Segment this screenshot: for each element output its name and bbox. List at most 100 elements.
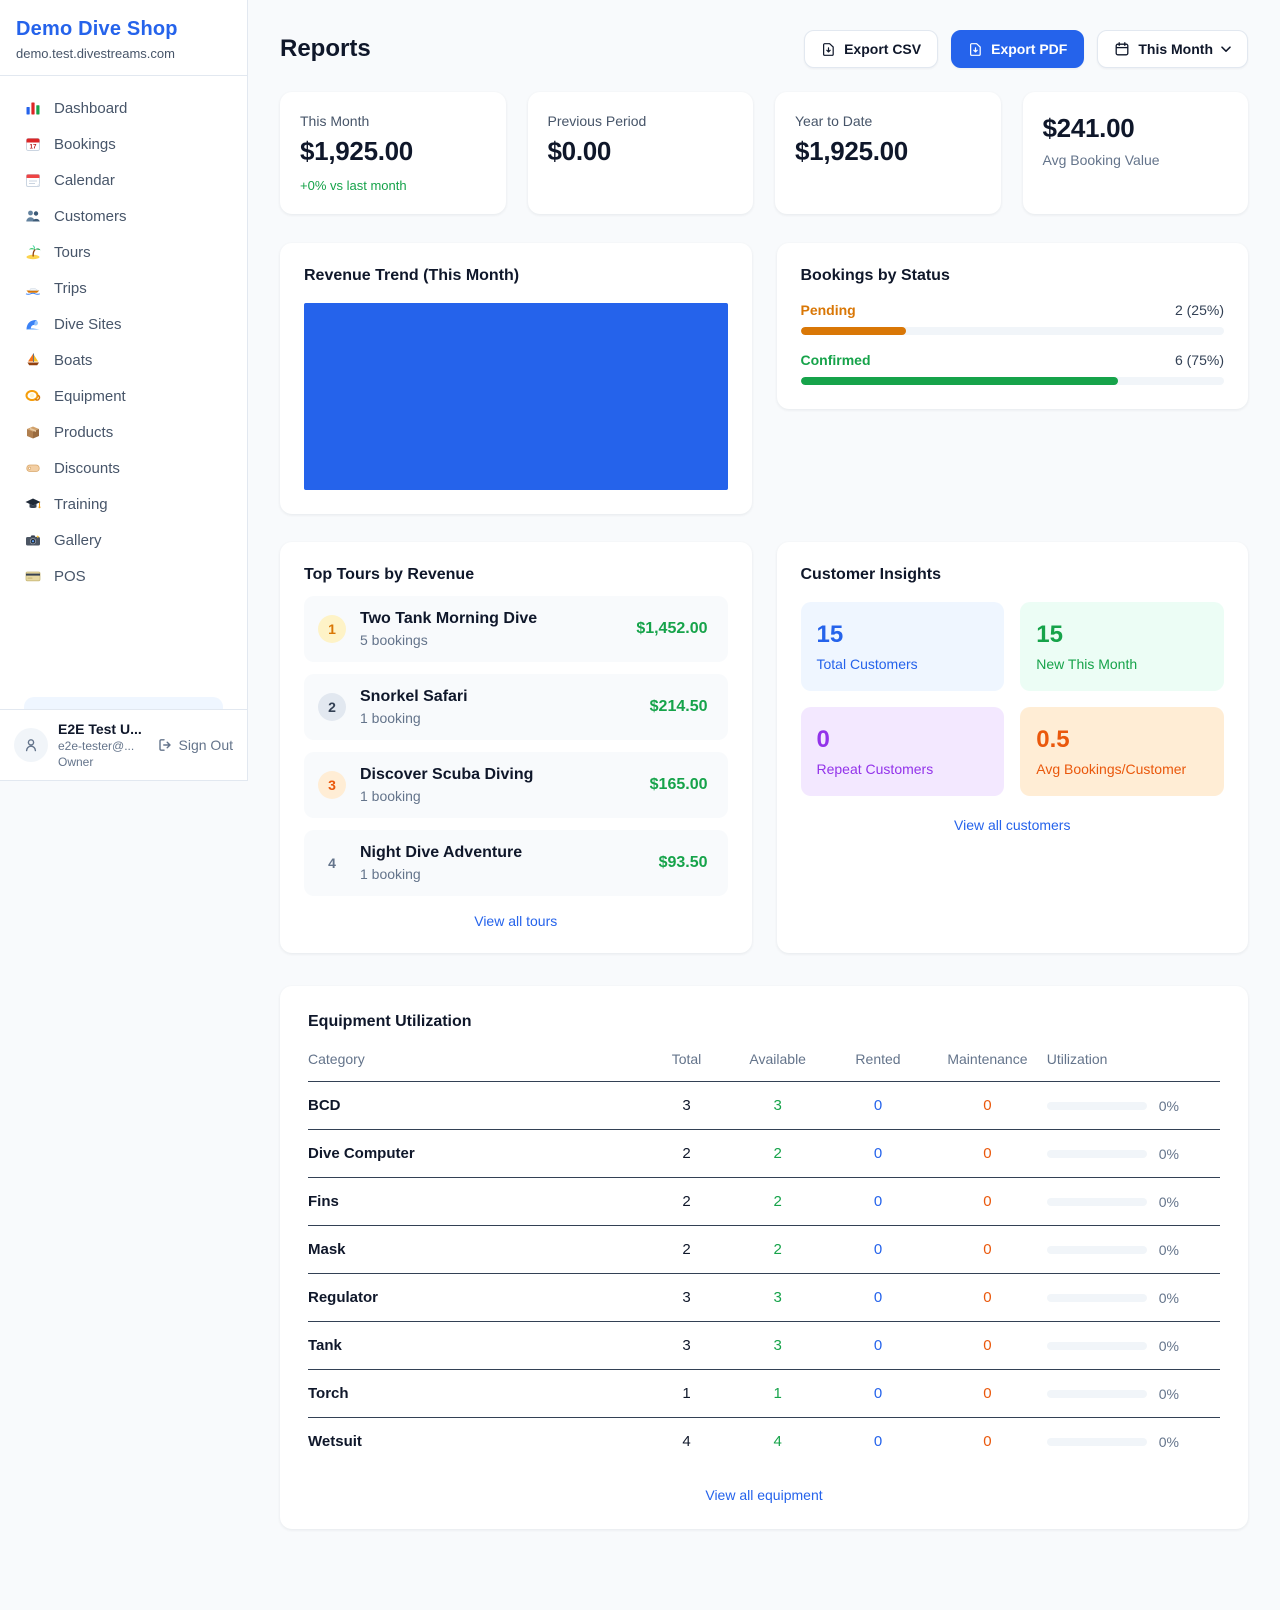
tour-row: 2 Snorkel Safari 1 booking $214.50 bbox=[304, 674, 728, 740]
equipment-rented: 0 bbox=[828, 1178, 928, 1226]
equipment-maintenance: 0 bbox=[928, 1082, 1047, 1130]
sidebar: Demo Dive Shop demo.test.divestreams.com… bbox=[0, 0, 248, 781]
view-all-customers-link[interactable]: View all customers bbox=[801, 817, 1225, 833]
equipment-available: 2 bbox=[728, 1130, 828, 1178]
sidebar-item-equipment[interactable]: Equipment bbox=[12, 378, 235, 414]
tour-row: 3 Discover Scuba Diving 1 booking $165.0… bbox=[304, 752, 728, 818]
revenue-trend-title: Revenue Trend (This Month) bbox=[304, 267, 728, 285]
sidebar-item-label: Calendar bbox=[54, 172, 115, 189]
sidebar-item-trips[interactable]: Trips bbox=[12, 270, 235, 306]
utilization-percent: 0% bbox=[1159, 1146, 1179, 1162]
sidebar-item-dashboard[interactable]: Dashboard bbox=[12, 90, 235, 126]
header-actions: Export CSV Export PDF This Month bbox=[804, 30, 1248, 68]
sign-out-button[interactable]: Sign Out bbox=[157, 737, 233, 753]
equipment-available: 3 bbox=[728, 1082, 828, 1130]
sidebar-item-label: Boats bbox=[54, 352, 92, 369]
charts-row: Revenue Trend (This Month) Bookings by S… bbox=[280, 243, 1248, 514]
top-tours-list: 1 Two Tank Morning Dive 5 bookings $1,45… bbox=[304, 596, 728, 896]
tour-revenue: $1,452.00 bbox=[636, 620, 707, 638]
utilization-percent: 0% bbox=[1159, 1194, 1179, 1210]
equipment-category: Dive Computer bbox=[308, 1130, 645, 1178]
top-tours-card: Top Tours by Revenue 1 Two Tank Morning … bbox=[280, 542, 752, 953]
export-pdf-button[interactable]: Export PDF bbox=[951, 30, 1084, 68]
brand-block: Demo Dive Shop demo.test.divestreams.com bbox=[0, 0, 247, 76]
sidebar-item-label: Bookings bbox=[54, 136, 116, 153]
sidebar-item-label: Training bbox=[54, 496, 108, 513]
col-maintenance: Maintenance bbox=[928, 1051, 1047, 1082]
sidebar-item-training[interactable]: Training bbox=[12, 486, 235, 522]
tours-icon bbox=[24, 243, 42, 261]
brand-name[interactable]: Demo Dive Shop bbox=[16, 18, 231, 41]
equipment-available: 2 bbox=[728, 1178, 828, 1226]
view-all-tours-link[interactable]: View all tours bbox=[304, 913, 728, 929]
equipment-header-row: Category Total Available Rented Maintena… bbox=[308, 1051, 1220, 1082]
stat-label: Previous Period bbox=[548, 113, 734, 129]
sidebar-item-bookings[interactable]: 17 Bookings bbox=[12, 126, 235, 162]
customers-icon bbox=[24, 207, 42, 225]
training-icon bbox=[24, 495, 42, 513]
utilization-percent: 0% bbox=[1159, 1098, 1179, 1114]
period-dropdown[interactable]: This Month bbox=[1097, 30, 1248, 68]
sidebar-user-area: E2E Test U... e2e-tester@... Owner Sign … bbox=[0, 709, 247, 780]
tour-bookings: 1 booking bbox=[360, 710, 468, 726]
stat-value: $241.00 bbox=[1043, 113, 1229, 144]
sidebar-item-calendar[interactable]: Calendar bbox=[12, 162, 235, 198]
page-title: Reports bbox=[280, 35, 371, 63]
calendar-icon bbox=[1114, 41, 1130, 57]
rank-badge: 4 bbox=[318, 849, 346, 877]
page-header: Reports Export CSV Export PDF This Month bbox=[280, 30, 1248, 68]
sidebar-item-dive-sites[interactable]: Dive Sites bbox=[12, 306, 235, 342]
file-download-icon bbox=[968, 42, 983, 57]
equipment-rented: 0 bbox=[828, 1274, 928, 1322]
equipment-maintenance: 0 bbox=[928, 1370, 1047, 1418]
bookings-by-status-title: Bookings by Status bbox=[801, 267, 1225, 285]
export-csv-button[interactable]: Export CSV bbox=[804, 30, 938, 68]
utilization-bar-track bbox=[1047, 1438, 1147, 1446]
discounts-icon bbox=[24, 459, 42, 477]
period-label: This Month bbox=[1138, 41, 1213, 57]
equipment-total: 3 bbox=[645, 1322, 727, 1370]
tour-row: 1 Two Tank Morning Dive 5 bookings $1,45… bbox=[304, 596, 728, 662]
tile-label: Total Customers bbox=[817, 656, 989, 672]
stat-value: $0.00 bbox=[548, 136, 734, 167]
tour-name: Snorkel Safari bbox=[360, 688, 468, 706]
equipment-total: 4 bbox=[645, 1418, 727, 1466]
equipment-available: 4 bbox=[728, 1418, 828, 1466]
equipment-category: BCD bbox=[308, 1082, 645, 1130]
sidebar-item-gallery[interactable]: Gallery bbox=[12, 522, 235, 558]
utilization-bar-track bbox=[1047, 1342, 1147, 1350]
equipment-row: Tank 3 3 0 0 0% bbox=[308, 1322, 1220, 1370]
user-meta: E2E Test U... e2e-tester@... Owner bbox=[58, 721, 147, 769]
equipment-rented: 0 bbox=[828, 1322, 928, 1370]
sidebar-item-label: Discounts bbox=[54, 460, 120, 477]
sidebar-item-boats[interactable]: Boats bbox=[12, 342, 235, 378]
tile-label: Repeat Customers bbox=[817, 761, 989, 777]
sidebar-item-tours[interactable]: Tours bbox=[12, 234, 235, 270]
equipment-total: 2 bbox=[645, 1130, 727, 1178]
view-all-equipment-link[interactable]: View all equipment bbox=[308, 1487, 1220, 1503]
bookings-icon: 17 bbox=[24, 135, 42, 153]
equipment-rented: 0 bbox=[828, 1082, 928, 1130]
sidebar-item-products[interactable]: Products bbox=[12, 414, 235, 450]
export-csv-label: Export CSV bbox=[844, 41, 921, 57]
revenue-trend-card: Revenue Trend (This Month) bbox=[280, 243, 752, 514]
tour-bookings: 1 booking bbox=[360, 866, 522, 882]
bookings-by-status-card: Bookings by Status Pending 2 (25%) Confi… bbox=[777, 243, 1249, 409]
sidebar-item-discounts[interactable]: Discounts bbox=[12, 450, 235, 486]
sidebar-item-reports-partial[interactable] bbox=[24, 697, 223, 709]
equipment-total: 1 bbox=[645, 1370, 727, 1418]
status-bar-track bbox=[801, 377, 1225, 385]
sidebar-item-customers[interactable]: Customers bbox=[12, 198, 235, 234]
equipment-maintenance: 0 bbox=[928, 1322, 1047, 1370]
status-label: Pending bbox=[801, 302, 856, 318]
utilization-bar-track bbox=[1047, 1294, 1147, 1302]
utilization-bar-track bbox=[1047, 1246, 1147, 1254]
utilization-percent: 0% bbox=[1159, 1290, 1179, 1306]
equipment-total: 2 bbox=[645, 1178, 727, 1226]
status-bar-fill bbox=[801, 377, 1119, 385]
tour-row: 4 Night Dive Adventure 1 booking $93.50 bbox=[304, 830, 728, 896]
sidebar-item-label: Products bbox=[54, 424, 113, 441]
utilization-percent: 0% bbox=[1159, 1434, 1179, 1450]
rank-badge: 2 bbox=[318, 693, 346, 721]
sidebar-item-pos[interactable]: POS bbox=[12, 558, 235, 594]
